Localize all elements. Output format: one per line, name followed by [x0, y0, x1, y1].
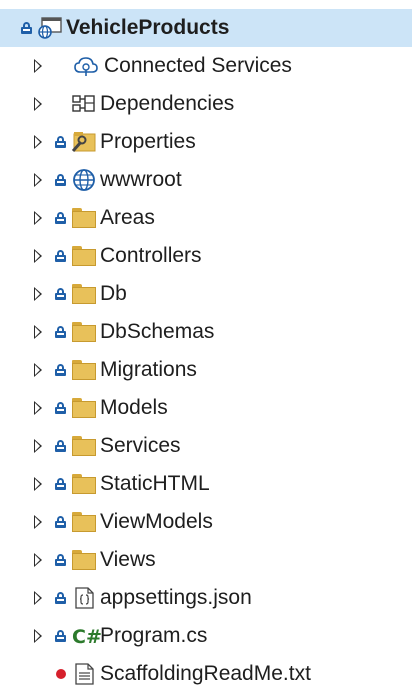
lock-icon: [55, 402, 66, 414]
csharp-file-icon: C#: [72, 626, 102, 648]
expand-arrow-icon[interactable]: [34, 553, 42, 567]
tree-node-label: DbSchemas: [100, 320, 215, 343]
folder-icon: [72, 435, 96, 457]
status-dot-icon: [56, 669, 66, 679]
dependencies-icon: [72, 93, 96, 115]
lock-icon: [55, 250, 66, 262]
folder-icon: [72, 207, 96, 229]
json-file-icon: [73, 587, 97, 609]
tree-node-areas[interactable]: Areas: [0, 199, 412, 237]
folder-icon: [72, 283, 96, 305]
tree-node-label: Models: [100, 396, 168, 419]
tree-node-wwwroot[interactable]: wwwroot: [0, 161, 412, 199]
tree-node-appsettings-json[interactable]: appsettings.json: [0, 579, 412, 617]
tree-node-statichtml[interactable]: StaticHTML: [0, 465, 412, 503]
tree-node-label: ScaffoldingReadMe.txt: [100, 662, 311, 685]
tree-node-label: Controllers: [100, 244, 202, 267]
tree-node-program-cs[interactable]: C# Program.cs: [0, 617, 412, 655]
tree-node-label: ViewModels: [100, 510, 213, 533]
tree-node-label: Db: [100, 282, 127, 305]
folder-icon: [72, 511, 96, 533]
lock-icon: [55, 174, 66, 186]
lock-icon: [55, 212, 66, 224]
expand-arrow-icon[interactable]: [34, 629, 42, 643]
tree-node-label: Views: [100, 548, 156, 571]
tree-node-viewmodels[interactable]: ViewModels: [0, 503, 412, 541]
folder-icon: [72, 321, 96, 343]
tree-node-properties[interactable]: Properties: [0, 123, 412, 161]
lock-icon: [55, 440, 66, 452]
expand-arrow-icon[interactable]: [34, 439, 42, 453]
lock-icon: [55, 592, 66, 604]
tree-node-connected-services[interactable]: Connected Services: [0, 47, 412, 85]
web-project-icon: [38, 17, 62, 39]
lock-icon: [55, 136, 66, 148]
expand-arrow-icon[interactable]: [34, 591, 42, 605]
tree-node-label: Services: [100, 434, 181, 457]
tree-node-label: Properties: [100, 130, 196, 153]
lock-icon: [55, 516, 66, 528]
expand-arrow-icon[interactable]: [34, 515, 42, 529]
tree-node-label: StaticHTML: [100, 472, 210, 495]
expand-arrow-icon[interactable]: [34, 363, 42, 377]
tree-node-services[interactable]: Services: [0, 427, 412, 465]
folder-icon: [72, 549, 96, 571]
expand-arrow-icon[interactable]: [34, 477, 42, 491]
expand-arrow-icon[interactable]: [34, 135, 42, 149]
lock-icon: [55, 288, 66, 300]
properties-folder-icon: [71, 131, 96, 153]
lock-icon: [21, 22, 32, 34]
tree-node-views[interactable]: Views: [0, 541, 412, 579]
lock-icon: [55, 326, 66, 338]
tree-node-label: Dependencies: [100, 92, 235, 115]
tree-node-models[interactable]: Models: [0, 389, 412, 427]
project-node-vehicleproducts[interactable]: VehicleProducts: [0, 9, 412, 47]
lock-icon: [55, 478, 66, 490]
globe-icon: [72, 169, 96, 191]
lock-icon: [55, 364, 66, 376]
tree-node-label: Program.cs: [100, 624, 208, 647]
tree-node-label: Connected Services: [104, 54, 292, 77]
text-file-icon: [73, 663, 97, 685]
tree-node-db[interactable]: Db: [0, 275, 412, 313]
connected-services-icon: [74, 55, 98, 77]
tree-node-controllers[interactable]: Controllers: [0, 237, 412, 275]
tree-node-label: wwwroot: [100, 168, 182, 191]
tree-node-label: Areas: [100, 206, 155, 229]
expand-arrow-icon[interactable]: [34, 325, 42, 339]
tree-node-scaffoldingreadme-txt[interactable]: ScaffoldingReadMe.txt: [0, 655, 412, 693]
lock-icon: [55, 554, 66, 566]
folder-icon: [72, 359, 96, 381]
expand-arrow-icon[interactable]: [34, 97, 42, 111]
tree-node-migrations[interactable]: Migrations: [0, 351, 412, 389]
tree-node-label: appsettings.json: [100, 586, 252, 609]
expand-arrow-icon[interactable]: [34, 249, 42, 263]
project-name: VehicleProducts: [66, 16, 230, 39]
expand-arrow-icon[interactable]: [34, 287, 42, 301]
solution-explorer-tree: VehicleProducts Connected Services Depen…: [0, 0, 412, 694]
folder-icon: [72, 245, 96, 267]
expand-arrow-icon[interactable]: [34, 173, 42, 187]
expand-arrow-icon[interactable]: [34, 59, 42, 73]
tree-node-label: Migrations: [100, 358, 197, 381]
lock-icon: [55, 630, 66, 642]
expand-arrow-icon[interactable]: [34, 401, 42, 415]
tree-node-dependencies[interactable]: Dependencies: [0, 85, 412, 123]
expand-arrow-icon[interactable]: [34, 211, 42, 225]
folder-icon: [72, 397, 96, 419]
folder-icon: [72, 473, 96, 495]
tree-node-dbschemas[interactable]: DbSchemas: [0, 313, 412, 351]
